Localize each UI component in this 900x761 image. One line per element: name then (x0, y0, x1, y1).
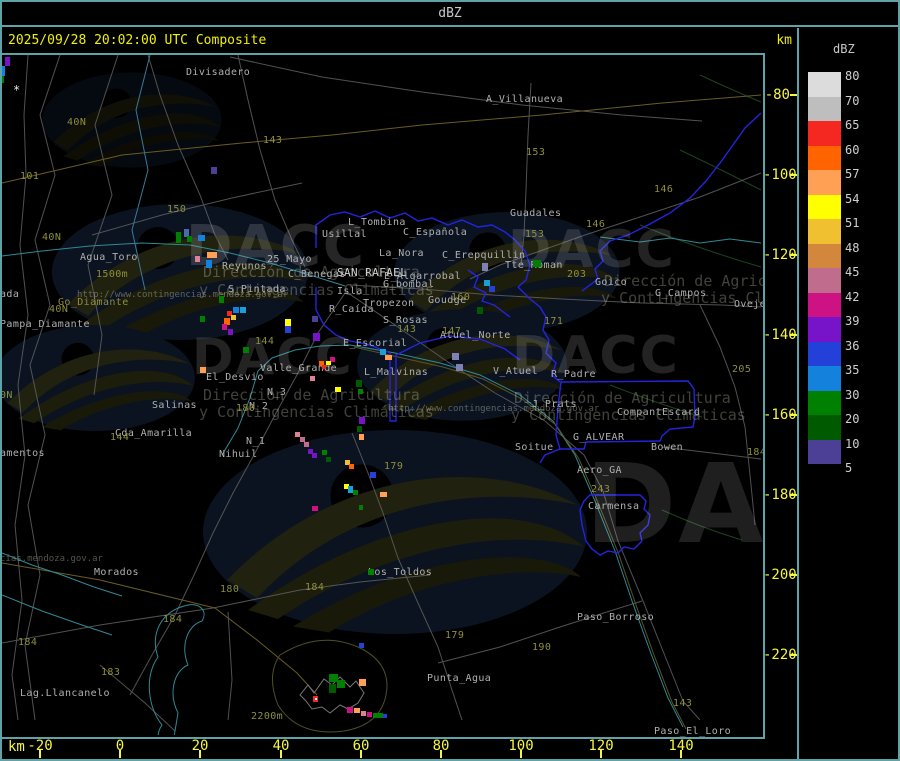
right-axis-tick-label: -120 (763, 247, 797, 263)
bottom-axis-tick (119, 750, 121, 758)
elevation-contours (609, 74, 762, 541)
legend-title: dBZ (833, 42, 855, 56)
legend-color-swatch (808, 72, 841, 97)
legend-color-swatch (808, 243, 841, 268)
volcano-contours (272, 639, 388, 733)
right-axis-tick-label: -220 (763, 647, 797, 663)
legend-value-label: 5 (845, 461, 853, 475)
timestamp: 2025/09/28 20:02:00 UTC Composite (8, 33, 267, 48)
right-axis-tick-label: -200 (763, 567, 797, 583)
bottom-axis-tick (280, 750, 282, 758)
legend-color-swatch (808, 366, 841, 391)
page-title: dBZ (438, 6, 462, 21)
title-divider (0, 25, 900, 27)
legend-color-swatch (808, 390, 841, 415)
bottom-axis-tick (440, 750, 442, 758)
right-axis-tick (790, 494, 797, 496)
right-axis-tick-label: -140 (763, 327, 797, 343)
legend-color-swatch (808, 439, 841, 464)
bottom-axis-tick (600, 750, 602, 758)
right-axis-tick (790, 94, 797, 96)
right-axis-tick-label: -80 (764, 87, 790, 103)
bottom-axis-tick (520, 750, 522, 758)
legend-color-swatch (808, 121, 841, 146)
legend-value-label: 80 (845, 69, 860, 83)
legend-color-swatch (808, 219, 841, 244)
radar-map-canvas: DACCDACCDACCDACCDACCDirección de Agricul… (2, 53, 765, 739)
bottom-axis-tick (360, 750, 362, 758)
right-axis-tick-label: -160 (763, 407, 797, 423)
legend-value-label: 51 (845, 216, 860, 230)
reflectivity-legend: dBZ 80 70 65 60 57 54 51 48 45 42 39 36 35 30 20 10 5 (799, 28, 900, 759)
legend-value-label: 65 (845, 118, 860, 132)
legend-value-label: 35 (845, 363, 860, 377)
legend-value-label: 30 (845, 387, 860, 402)
km-unit-label-top: km (776, 33, 792, 48)
right-axis-tick (790, 574, 797, 576)
legend-color-swatch (808, 145, 841, 170)
radar-viewer-window: dBZ 2025/09/28 20:02:00 UTC Composite km (0, 0, 900, 761)
legend-color-swatch (808, 96, 841, 121)
legend-value-label: 60 (845, 142, 860, 157)
title-bar: dBZ (0, 2, 900, 25)
legend-color-swatch (808, 341, 841, 366)
right-axis-tick (790, 654, 797, 656)
right-axis-tick (790, 414, 797, 416)
legend-value-label: 36 (845, 338, 860, 353)
legend-value-label: 42 (845, 289, 860, 304)
right-axis-tick-label: -100 (763, 167, 797, 183)
legend-value-label: 45 (845, 265, 860, 279)
legend-value-label: 20 (845, 412, 860, 426)
right-axis-tick (790, 254, 797, 256)
legend-color-swatch (808, 415, 841, 440)
right-axis-tick (790, 334, 797, 336)
right-axis-tick (790, 174, 797, 176)
status-row: 2025/09/28 20:02:00 UTC Composite km (0, 28, 900, 53)
bottom-axis-tick (680, 750, 682, 758)
legend-value-label: 48 (845, 240, 860, 255)
legend-color-swatch (808, 292, 841, 317)
legend-divider (797, 28, 799, 761)
legend-color-swatch (808, 194, 841, 219)
legend-color-swatch (808, 317, 841, 342)
legend-value-label: 39 (845, 314, 860, 328)
basemap-graphics (2, 55, 762, 735)
legend-color-swatch (808, 170, 841, 195)
bottom-axis-tick (199, 750, 201, 758)
legend-color-swatch (808, 268, 841, 293)
legend-value-label: 57 (845, 167, 860, 181)
legend-value-label: 10 (845, 436, 860, 451)
bottom-axis-tick (39, 750, 41, 758)
legend-value-label: 54 (845, 191, 860, 206)
right-axis-tick-label: -180 (763, 487, 797, 503)
legend-value-label: 70 (845, 93, 860, 108)
